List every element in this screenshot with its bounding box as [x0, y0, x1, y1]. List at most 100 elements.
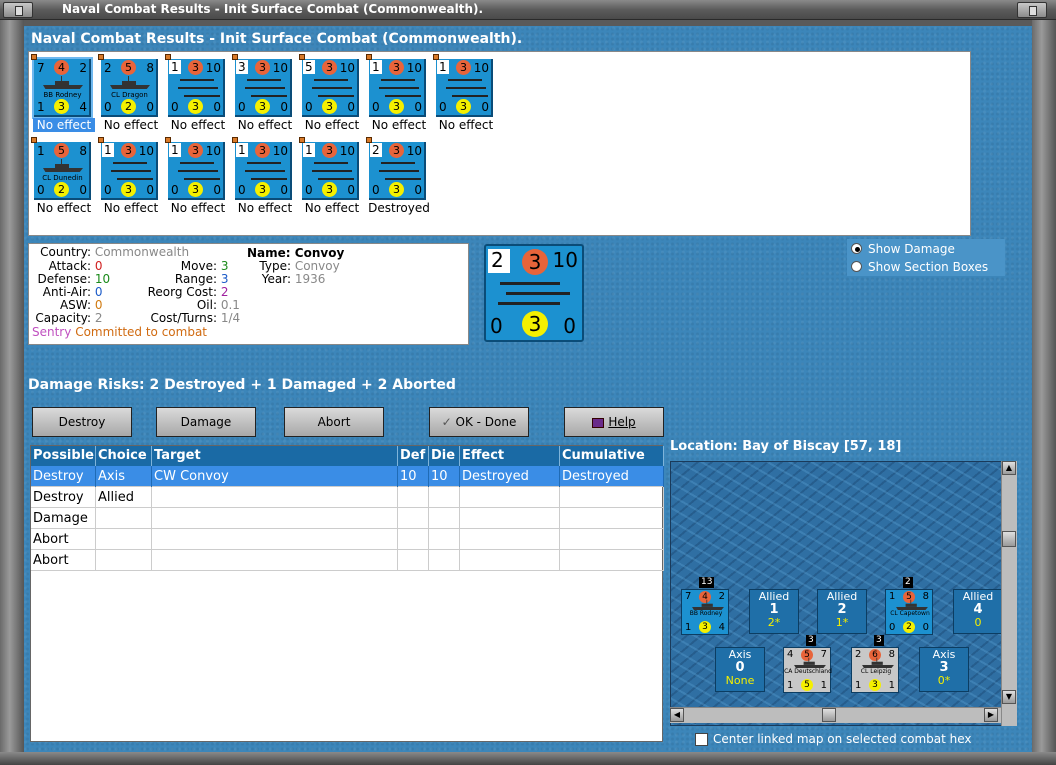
unit-counter[interactable]: 1 3 10 0 3 0	[433, 54, 493, 117]
unit-card[interactable]: 2 3 10 0 3 0 Destroyed	[366, 137, 430, 215]
map-unit-asw: 2	[903, 621, 915, 633]
unit-card[interactable]: 5 3 10 0 3 0 No effect	[299, 54, 363, 132]
unit-move: 8	[79, 144, 87, 158]
unit-asw: 3	[322, 182, 337, 197]
abort-button[interactable]: Abort	[284, 407, 384, 437]
cost-value: 1/4	[220, 311, 241, 325]
big-def: 0	[490, 314, 503, 338]
unit-card[interactable]: 1 3 10 0 3 0 No effect	[165, 54, 229, 132]
vertical-scroll-thumb[interactable]	[1002, 531, 1016, 547]
combat-map[interactable]: 7 4 2 BB Rodney 1 3 4 13 Allied 1 2* Allied 2 1* 1 5 8 CL…	[670, 461, 1017, 726]
sentry-status: Sentry	[32, 325, 72, 339]
scroll-down-arrow-icon[interactable]: ▼	[1002, 690, 1016, 704]
unit-counter[interactable]: 1 3 10 0 3 0	[299, 137, 359, 200]
combat-box-axis[interactable]: Axis 3 0*	[919, 647, 969, 692]
combat-box-allied[interactable]: Allied 4 0	[953, 589, 1003, 634]
damage-button[interactable]: Damage	[156, 407, 256, 437]
table-cell	[460, 529, 560, 550]
name-value: Convoy	[294, 246, 345, 260]
horizontal-scroll-thumb[interactable]	[822, 708, 836, 722]
table-cell	[460, 487, 560, 508]
map-unit-move: 8	[888, 649, 895, 660]
table-cell	[152, 508, 398, 529]
range-value: 3	[220, 272, 229, 286]
move-value: 3	[220, 259, 229, 273]
map-unit-attack: 2	[855, 649, 862, 660]
big-aa: 3	[522, 249, 548, 275]
unit-card[interactable]: 1 3 10 0 3 0 No effect	[366, 54, 430, 132]
table-cell	[429, 550, 460, 571]
unit-counter[interactable]: 1 3 10 0 3 0	[165, 137, 225, 200]
unit-counter[interactable]: 1 3 10 0 3 0	[98, 137, 158, 200]
ok-done-button[interactable]: ✓ OK - Done	[429, 407, 529, 437]
table-row[interactable]: Abort	[31, 550, 664, 571]
ok-done-label: OK - Done	[455, 415, 517, 429]
map-unit-def: 0	[889, 622, 896, 633]
show-damage-radio[interactable]: Show Damage	[851, 241, 1001, 257]
unit-counter[interactable]: 3 3 10 0 3 0	[232, 54, 292, 117]
unit-def: 1	[37, 100, 45, 114]
unit-counter[interactable]: 1 3 10 0 3 0	[232, 137, 292, 200]
table-cell	[560, 550, 664, 571]
scroll-up-arrow-icon[interactable]: ▲	[1002, 461, 1016, 475]
frame-left	[0, 20, 24, 755]
window-menu-button[interactable]	[3, 2, 33, 18]
unit-counter[interactable]: 2 3 10 0 3 0	[366, 137, 426, 200]
map-unit-counter[interactable]: 1 5 8 CL Capetown 0 2 0	[885, 589, 933, 635]
unit-aa: 3	[188, 143, 203, 158]
combat-box-allied[interactable]: Allied 2 1*	[817, 589, 867, 634]
unit-card[interactable]: 1 3 10 0 3 0 No effect	[165, 137, 229, 215]
unit-card[interactable]: 1 3 10 0 3 0 No effect	[433, 54, 497, 132]
unit-attack: 1	[370, 60, 382, 74]
map-vertical-scrollbar[interactable]: ▲ ▼	[1001, 461, 1017, 726]
map-unit-counter[interactable]: 7 4 2 BB Rodney 1 3 4	[681, 589, 729, 635]
checkmark-icon: ✓	[441, 415, 456, 429]
unit-card[interactable]: 3 3 10 0 3 0 No effect	[232, 54, 296, 132]
table-row[interactable]: Destroy Allied	[31, 487, 664, 508]
big-move: 10	[552, 248, 578, 272]
unit-card[interactable]: 1 3 10 0 3 0 No effect	[98, 137, 162, 215]
combat-box-value: 4	[973, 602, 983, 617]
damage-risks-summary: Damage Risks: 2 Destroyed + 1 Damaged + …	[28, 377, 456, 393]
combat-box-value: 0	[735, 660, 745, 675]
cost-label: Cost/Turns:	[150, 311, 217, 325]
unit-card[interactable]: 7 4 2 BB Rodney 1 3 4 No effect	[31, 54, 95, 132]
map-unit-counter[interactable]: 4 5 7 CA Deutschland 1 5 1	[783, 647, 832, 693]
map-unit-counter[interactable]: 2 6 8 CL Leipzig 1 3 1	[851, 647, 899, 693]
unit-range: 0	[79, 183, 87, 197]
help-button[interactable]: Help	[564, 407, 664, 437]
scroll-right-arrow-icon[interactable]: ▶	[984, 708, 998, 722]
defense-value: 10	[94, 272, 111, 286]
map-horizontal-scrollbar[interactable]: ◀ ▶	[670, 707, 1001, 723]
unit-asw: 3	[255, 182, 270, 197]
unit-asw: 3	[121, 182, 136, 197]
maximize-button[interactable]	[1017, 2, 1047, 18]
unit-counter[interactable]: 2 5 8 CL Dragon 0 2 0	[98, 54, 158, 117]
table-row[interactable]: Damage	[31, 508, 664, 529]
table-row[interactable]: Abort	[31, 529, 664, 550]
map-unit-attack: 7	[685, 591, 692, 602]
unit-card[interactable]: 2 5 8 CL Dragon 0 2 0 No effect	[98, 54, 162, 132]
unit-counter[interactable]: 1 5 8 CL Dunedin 0 2 0	[31, 137, 91, 200]
unit-counter[interactable]: 1 3 10 0 3 0	[165, 54, 225, 117]
reorg-value: 2	[220, 285, 229, 299]
antiair-value: 0	[94, 285, 103, 299]
combat-box-sub: 1*	[835, 616, 849, 629]
view-options: Show Damage Show Section Boxes	[847, 239, 1005, 276]
combat-box-allied[interactable]: Allied 1 2*	[749, 589, 799, 634]
destroy-button[interactable]: Destroy	[32, 407, 132, 437]
scroll-left-arrow-icon[interactable]: ◀	[670, 708, 684, 722]
show-section-boxes-radio[interactable]: Show Section Boxes	[851, 259, 1001, 275]
unit-counter[interactable]: 7 4 2 BB Rodney 1 3 4	[31, 54, 93, 119]
combat-box-axis[interactable]: Axis 0 None	[715, 647, 765, 692]
column-header-die: Die	[429, 446, 460, 466]
unit-card[interactable]: 1 3 10 0 3 0 No effect	[232, 137, 296, 215]
unit-aa: 3	[389, 143, 404, 158]
unit-effect: No effect	[103, 201, 159, 215]
table-row[interactable]: Destroy Axis CW Convoy 10 10 Destroyed Destroy…	[31, 466, 664, 487]
unit-card[interactable]: 1 3 10 0 3 0 No effect	[299, 137, 363, 215]
unit-counter[interactable]: 1 3 10 0 3 0	[366, 54, 426, 117]
unit-card[interactable]: 1 5 8 CL Dunedin 0 2 0 No effect	[31, 137, 95, 215]
center-map-checkbox[interactable]	[695, 733, 708, 746]
unit-counter[interactable]: 5 3 10 0 3 0	[299, 54, 359, 117]
